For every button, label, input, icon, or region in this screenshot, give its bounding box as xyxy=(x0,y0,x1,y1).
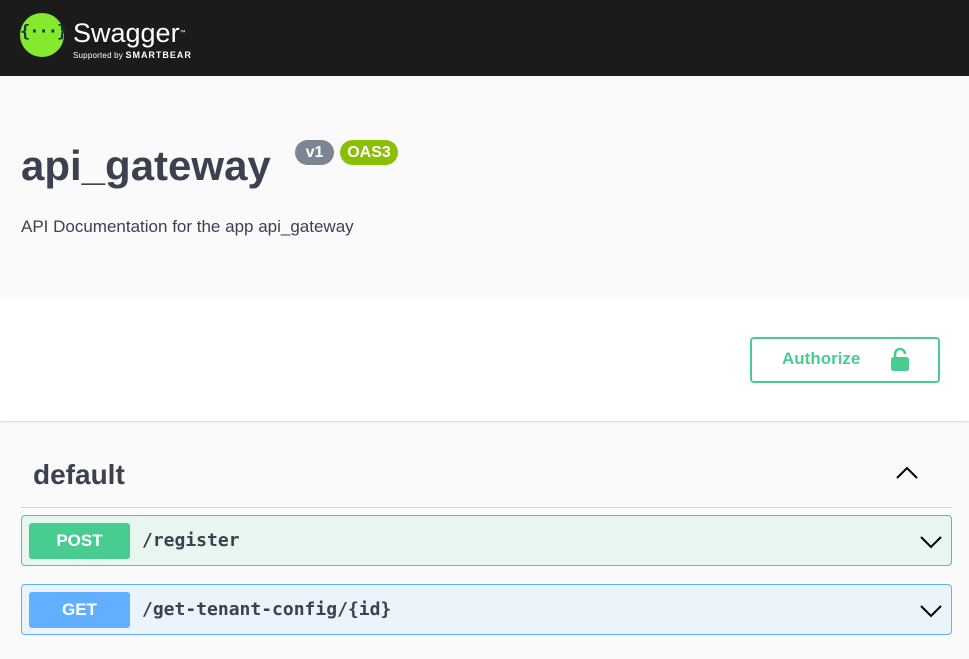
authorize-button[interactable]: Authorize xyxy=(750,337,940,383)
operation-post-register[interactable]: POST /register xyxy=(21,515,952,566)
logo-text: Swagger™ Supported by SMARTBEAR xyxy=(73,19,192,60)
swagger-logo-icon: {···} xyxy=(20,13,67,57)
logo-glyph: {···} xyxy=(20,22,67,42)
topbar: {···} Swagger™ Supported by SMARTBEAR xyxy=(0,0,969,76)
operation-path: /get-tenant-config/{id} xyxy=(142,599,392,620)
method-badge-post: POST xyxy=(29,523,130,559)
tag-name: default xyxy=(33,459,125,490)
oas-badge: OAS3 xyxy=(340,140,398,165)
swagger-logo[interactable]: {···} Swagger™ Supported by SMARTBEAR xyxy=(20,13,192,60)
scheme-container: Authorize xyxy=(0,299,969,421)
logo-title: Swagger™ xyxy=(73,19,192,47)
chevron-down-icon[interactable] xyxy=(919,531,943,551)
unlocked-lock-icon xyxy=(891,347,909,371)
api-description: API Documentation for the app api_gatewa… xyxy=(21,217,354,236)
logo-subtitle: Supported by SMARTBEAR xyxy=(73,50,192,60)
tag-section-header[interactable]: default xyxy=(21,449,952,508)
logo-title-text: Swagger xyxy=(73,18,180,48)
logo-sub-prefix: Supported by xyxy=(73,51,123,60)
authorize-label: Authorize xyxy=(782,349,861,368)
operation-get-tenant-config[interactable]: GET /get-tenant-config/{id} xyxy=(21,584,952,635)
logo-sub-brand: SMARTBEAR xyxy=(125,50,192,60)
chevron-up-icon[interactable] xyxy=(895,463,919,483)
version-badge: v1 xyxy=(295,140,334,165)
page-title: api_gateway xyxy=(21,142,271,189)
operation-path: /register xyxy=(142,530,240,551)
logo-trademark: ™ xyxy=(179,30,186,36)
api-info: api_gateway v1 OAS3 API Documentation fo… xyxy=(0,76,969,299)
chevron-down-icon[interactable] xyxy=(919,600,943,620)
method-badge-get: GET xyxy=(29,592,130,628)
